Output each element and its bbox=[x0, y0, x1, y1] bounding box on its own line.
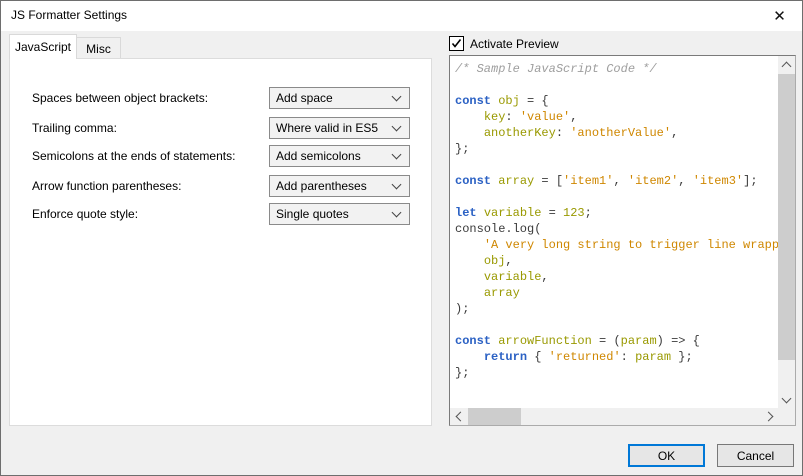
field-label-semicolons: Semicolons at the ends of statements: bbox=[32, 149, 235, 163]
checkbox-check-icon bbox=[449, 36, 464, 51]
vertical-scrollbar-thumb[interactable] bbox=[778, 74, 795, 360]
cancel-button-label: Cancel bbox=[737, 449, 774, 463]
quote-style-dropdown[interactable]: Single quotes bbox=[269, 203, 410, 225]
field-label-arrow-parentheses: Arrow function parentheses: bbox=[32, 179, 181, 193]
semicolons-value: Add semicolons bbox=[276, 149, 393, 163]
arrow-parentheses-value: Add parentheses bbox=[276, 179, 393, 193]
js-formatter-settings-dialog: JS Formatter Settings ✕ JavaScript Misc … bbox=[0, 0, 803, 476]
chevron-down-icon bbox=[392, 208, 402, 218]
scroll-down-icon[interactable] bbox=[778, 391, 795, 408]
chevron-down-icon bbox=[392, 180, 402, 190]
horizontal-scrollbar-thumb[interactable] bbox=[468, 408, 521, 425]
field-label-trailing-comma: Trailing comma: bbox=[32, 121, 117, 135]
titlebar[interactable]: JS Formatter Settings ✕ bbox=[1, 1, 802, 31]
chevron-down-icon bbox=[392, 92, 402, 102]
code-preview-panel[interactable]: /* Sample JavaScript Code */ const obj =… bbox=[449, 55, 796, 426]
close-button[interactable]: ✕ bbox=[757, 1, 802, 31]
horizontal-scrollbar[interactable] bbox=[450, 408, 778, 425]
semicolons-dropdown[interactable]: Add semicolons bbox=[269, 145, 410, 167]
object-brackets-dropdown[interactable]: Add space bbox=[269, 87, 410, 109]
ok-button[interactable]: OK bbox=[628, 444, 705, 467]
tab-javascript-label: JavaScript bbox=[15, 40, 71, 54]
scrollbar-corner bbox=[778, 408, 795, 425]
tab-misc-label: Misc bbox=[86, 42, 111, 56]
activate-preview-label: Activate Preview bbox=[470, 37, 559, 51]
arrow-parentheses-dropdown[interactable]: Add parentheses bbox=[269, 175, 410, 197]
ok-button-label: OK bbox=[658, 449, 675, 463]
tab-page-javascript: Spaces between object brackets: Add spac… bbox=[9, 58, 432, 426]
scroll-up-icon[interactable] bbox=[778, 56, 795, 73]
object-brackets-value: Add space bbox=[276, 91, 393, 105]
trailing-comma-value: Where valid in ES5 bbox=[276, 121, 393, 135]
trailing-comma-dropdown[interactable]: Where valid in ES5 bbox=[269, 117, 410, 139]
vertical-scrollbar[interactable] bbox=[778, 56, 795, 408]
close-icon: ✕ bbox=[773, 7, 786, 25]
field-label-object-brackets: Spaces between object brackets: bbox=[32, 91, 208, 105]
activate-preview-checkbox[interactable]: Activate Preview bbox=[449, 36, 559, 51]
scroll-right-icon[interactable] bbox=[761, 408, 778, 425]
code-lines: /* Sample JavaScript Code */ const obj =… bbox=[450, 56, 778, 408]
scroll-left-icon[interactable] bbox=[450, 408, 467, 425]
field-label-quote-style: Enforce quote style: bbox=[32, 207, 138, 221]
quote-style-value: Single quotes bbox=[276, 207, 393, 221]
window-title: JS Formatter Settings bbox=[11, 8, 127, 22]
chevron-down-icon bbox=[392, 122, 402, 132]
chevron-down-icon bbox=[392, 150, 402, 160]
tab-javascript[interactable]: JavaScript bbox=[9, 34, 77, 59]
tab-misc[interactable]: Misc bbox=[76, 37, 121, 59]
cancel-button[interactable]: Cancel bbox=[717, 444, 794, 467]
